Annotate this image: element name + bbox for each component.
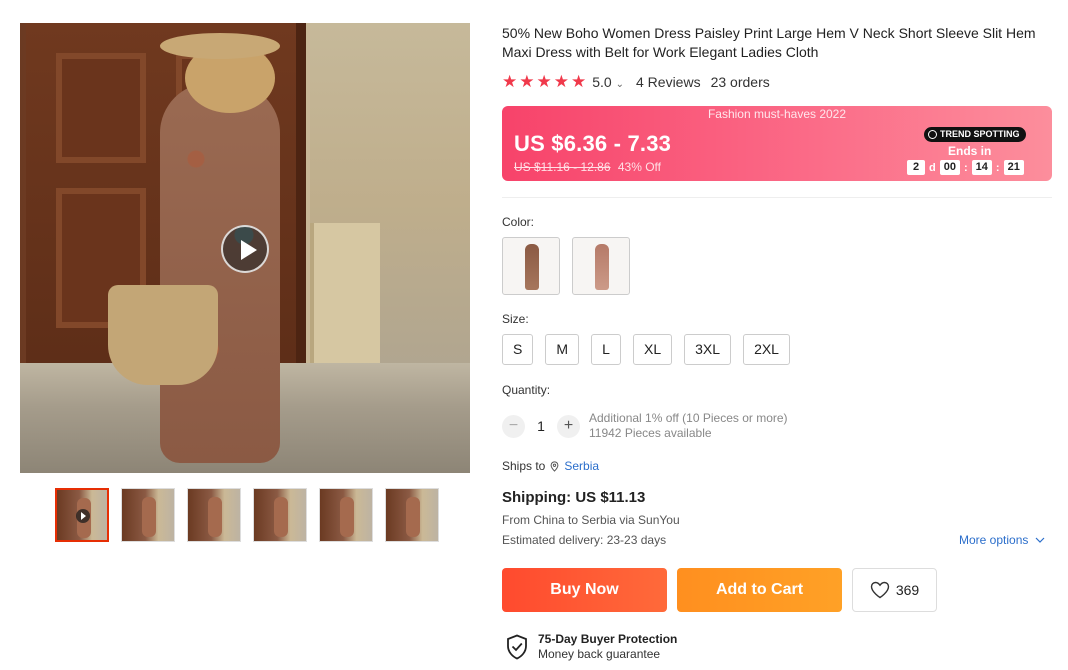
quantity-label: Quantity: <box>502 383 551 397</box>
color-label: Color: <box>502 215 535 229</box>
quantity-value[interactable]: 1 <box>525 418 557 434</box>
countdown-seconds: 21 <box>1003 160 1024 175</box>
buyer-protection: 75-Day Buyer Protection Money back guara… <box>506 632 677 662</box>
quantity-plus-button[interactable]: + <box>557 414 580 438</box>
star-icon: ★ <box>536 72 552 91</box>
buy-now-button[interactable]: Buy Now <box>502 568 667 612</box>
thumbnail-image[interactable] <box>253 488 307 542</box>
divider <box>502 197 1052 198</box>
main-product-image[interactable] <box>20 23 470 473</box>
star-icon: ★ <box>502 72 518 91</box>
ships-to-country-link[interactable]: Serbia <box>564 459 599 473</box>
photo-model-bag <box>108 285 218 385</box>
estimated-delivery: Estimated delivery: 23-23 days <box>502 533 667 547</box>
promo-banner: Fashion must-haves 2022 <box>707 107 847 121</box>
size-option-xl[interactable]: XL <box>633 334 673 365</box>
play-icon <box>76 509 90 523</box>
original-price: US $11.16 - 12.86 43% Off <box>514 160 661 174</box>
protection-subtitle: Money back guarantee <box>538 647 661 661</box>
wishlist-count: 369 <box>895 582 920 598</box>
countdown-days: 2 <box>907 160 925 175</box>
rating-value[interactable]: 5.0 ⌄ <box>592 74 624 90</box>
size-label: Size: <box>502 312 529 326</box>
color-option-pink[interactable] <box>572 237 630 295</box>
add-to-cart-button[interactable]: Add to Cart <box>677 568 842 612</box>
wishlist-button[interactable]: 369 <box>852 568 937 612</box>
size-option-s[interactable]: S <box>502 334 534 365</box>
thumbnail-image[interactable] <box>187 488 241 542</box>
location-pin-icon <box>550 460 559 472</box>
orders-count: 23 orders <box>710 73 770 90</box>
photo-model-dress <box>160 83 280 463</box>
shipping-cost: Shipping: US $11.13 <box>502 489 646 506</box>
size-option-2xl[interactable]: 2XL <box>743 334 790 365</box>
trend-spotting-badge: TREND SPOTTING <box>924 127 1026 142</box>
product-title: 50% New Boho Women Dress Paisley Print L… <box>502 25 1036 60</box>
thumbnail-image[interactable] <box>121 488 175 542</box>
size-option-m[interactable]: M <box>545 334 580 365</box>
size-option-l[interactable]: L <box>591 334 622 365</box>
star-icon: ★ <box>571 72 587 91</box>
thumbnail-strip <box>55 488 439 542</box>
shipping-route: From China to Serbia via SunYou <box>502 513 680 527</box>
more-shipping-options-link[interactable]: More options <box>959 533 1045 547</box>
promo-price-box: Fashion must-haves 2022 US $6.36 - 7.33 … <box>502 106 1052 181</box>
chevron-down-icon: ⌄ <box>615 78 624 90</box>
color-option-brown[interactable] <box>502 237 560 295</box>
countdown-minutes: 14 <box>971 160 992 175</box>
trend-icon <box>928 130 937 139</box>
ends-in-label: Ends in <box>948 144 992 158</box>
protection-title: 75-Day Buyer Protection <box>538 632 678 646</box>
bulk-discount-note: Additional 1% off (10 Pieces or more) <box>589 411 788 425</box>
thumbnail-image[interactable] <box>385 488 439 542</box>
color-options <box>502 237 630 295</box>
chevron-down-icon <box>1035 537 1045 543</box>
countdown-days-unit: d <box>929 161 936 174</box>
star-icon: ★ <box>519 72 535 91</box>
countdown-hours: 00 <box>939 160 960 175</box>
rating-stars: ★ ★ ★ ★ ★ <box>502 73 586 90</box>
ships-to: Ships to Serbia <box>502 459 600 473</box>
stock-available: 11942 Pieces available <box>589 426 712 440</box>
quantity-minus-button[interactable]: − <box>502 414 525 438</box>
thumbnail-image[interactable] <box>319 488 373 542</box>
size-option-3xl[interactable]: 3XL <box>684 334 732 365</box>
countdown-timer: 2 d 00 : 14 : 21 <box>907 160 1024 175</box>
size-options: S M L XL 3XL 2XL <box>502 334 790 365</box>
thumbnail-video[interactable] <box>55 488 109 542</box>
shield-check-icon <box>507 634 527 660</box>
photo-model-hat <box>160 33 280 59</box>
rating-row: ★ ★ ★ ★ ★ 5.0 ⌄ 4 Reviews 23 orders <box>502 73 770 90</box>
quantity-stepper: − 1 + Additional 1% off (10 Pieces or mo… <box>502 411 788 441</box>
video-play-icon[interactable] <box>221 225 269 273</box>
quantity-info: Additional 1% off (10 Pieces or more) 11… <box>589 411 788 441</box>
star-icon: ★ <box>553 72 569 91</box>
discount-badge: 43% Off <box>617 160 661 174</box>
heart-icon <box>870 581 890 599</box>
current-price: US $6.36 - 7.33 <box>514 131 672 156</box>
reviews-link[interactable]: 4 Reviews <box>636 74 701 90</box>
